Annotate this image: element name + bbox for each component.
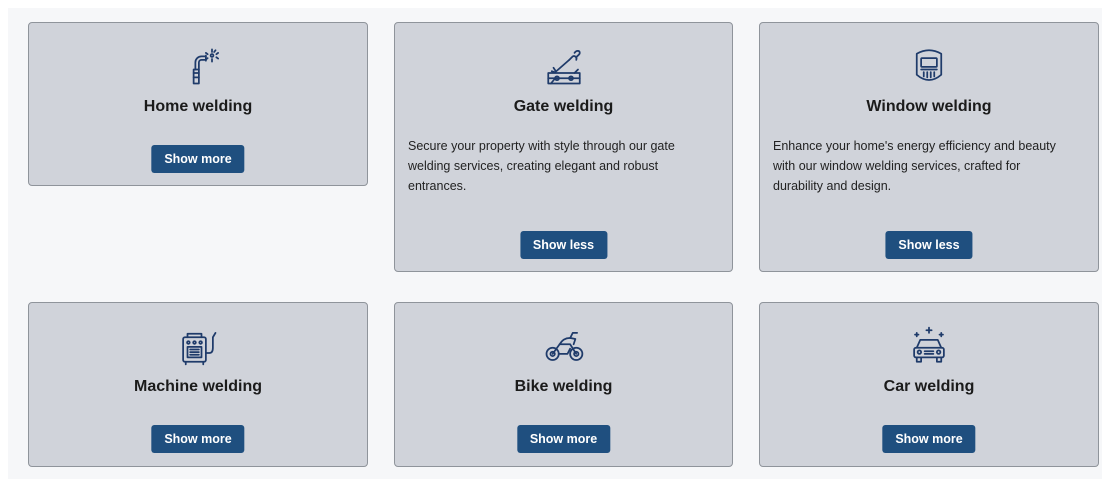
service-card-home: Home welding Show more bbox=[28, 22, 368, 186]
service-card-bike: Bike welding Show more bbox=[394, 302, 733, 467]
card-title: Car welding bbox=[883, 378, 975, 395]
show-more-button[interactable]: Show more bbox=[516, 425, 611, 453]
show-more-button[interactable]: Show more bbox=[151, 425, 245, 453]
card-title: Machine welding bbox=[133, 378, 262, 395]
service-card-window: Window welding Enhance your home's energ… bbox=[759, 22, 1099, 272]
service-card-car: Car welding Show more bbox=[759, 302, 1099, 467]
motorbike-icon bbox=[543, 325, 585, 367]
card-description: Secure your property with style through … bbox=[408, 139, 675, 194]
service-card-gate: Gate welding Secure your property with s… bbox=[394, 22, 733, 272]
card-description: Enhance your home's energy efficiency an… bbox=[773, 139, 1056, 194]
gate-welding-icon bbox=[543, 45, 585, 87]
card-title: Gate welding bbox=[513, 98, 614, 115]
page: Home welding Show more Gate welding Secu… bbox=[0, 0, 1105, 480]
welding-mask-icon bbox=[908, 45, 950, 87]
car-icon bbox=[908, 325, 950, 367]
show-less-button[interactable]: Show less bbox=[885, 231, 973, 259]
show-more-button[interactable]: Show more bbox=[151, 145, 245, 173]
card-title: Bike welding bbox=[514, 378, 613, 395]
welding-torch-icon bbox=[177, 45, 219, 87]
show-less-button[interactable]: Show less bbox=[519, 231, 608, 259]
card-title: Window welding bbox=[866, 98, 992, 115]
service-card-machine: Machine welding Show more bbox=[28, 302, 368, 467]
show-more-button[interactable]: Show more bbox=[882, 425, 976, 453]
welding-machine-icon bbox=[177, 325, 219, 367]
card-title: Home welding bbox=[143, 98, 253, 115]
